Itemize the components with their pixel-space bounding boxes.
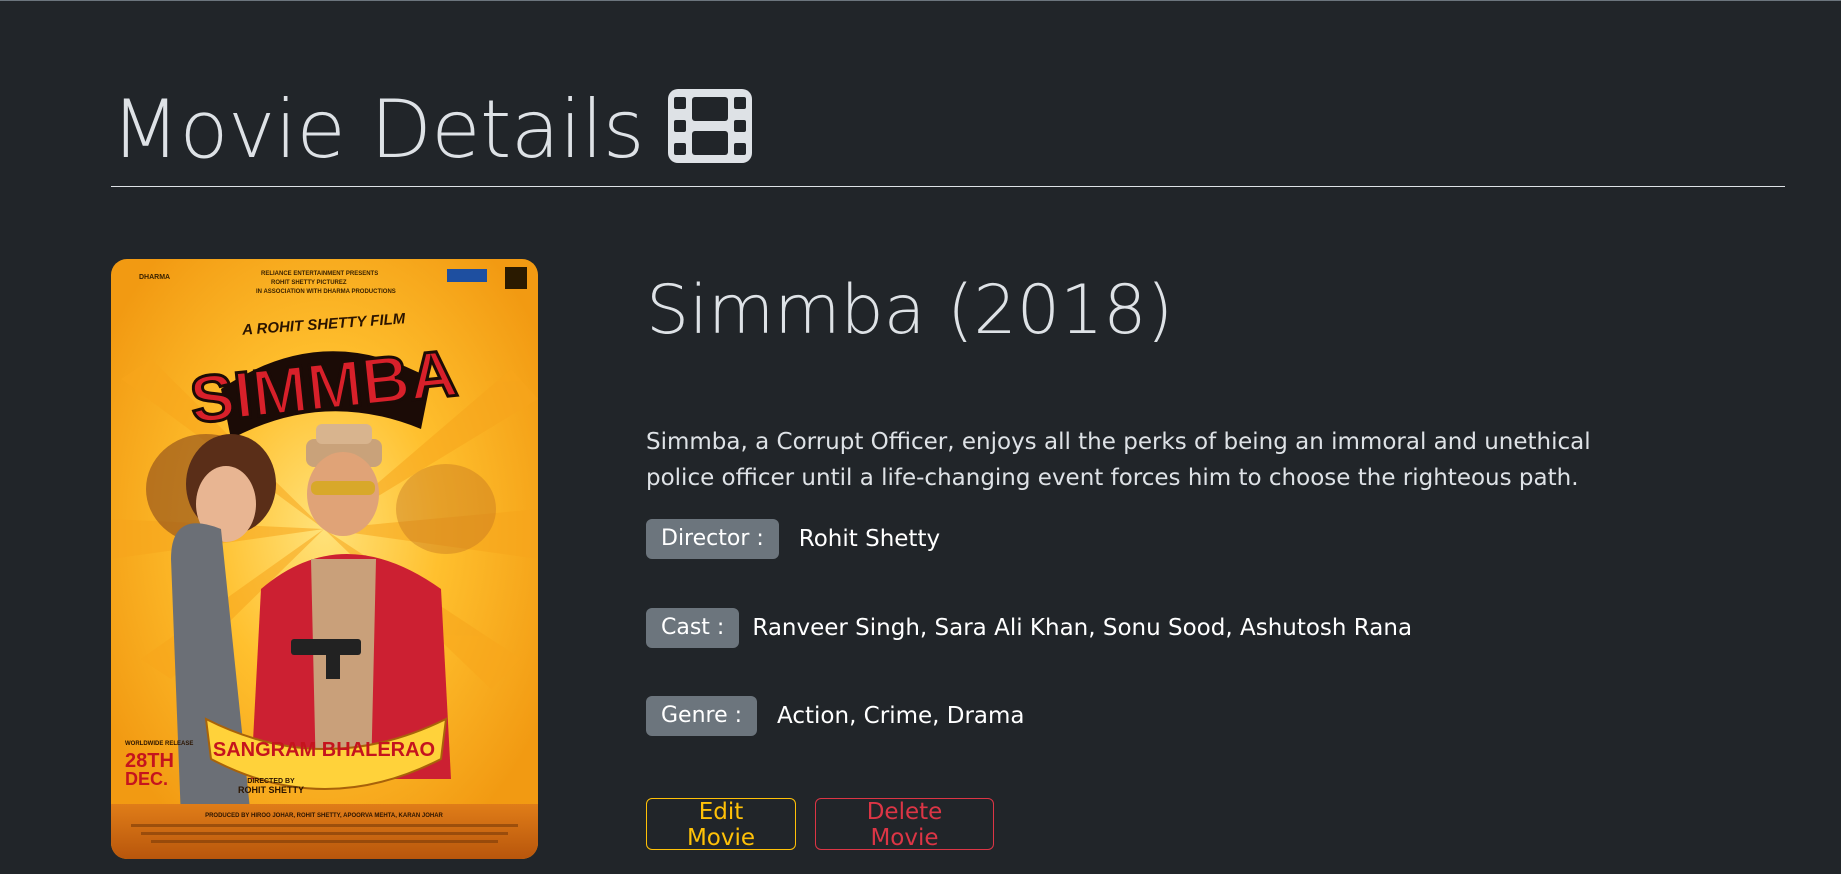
cast-row: Cast : Ranveer Singh, Sara Ali Khan, Son… (646, 608, 1412, 648)
movie-poster: DHARMA RELIANCE ENTERTAINMENT PRESENTS R… (111, 259, 538, 859)
svg-text:RELIANCE ENTERTAINMENT PRESENT: RELIANCE ENTERTAINMENT PRESENTS (261, 271, 378, 277)
svg-text:DEC.: DEC. (125, 769, 168, 789)
page-header: Movie Details (111, 84, 1785, 187)
svg-text:DIRECTED BY: DIRECTED BY (247, 778, 295, 785)
director-badge: Director : (646, 519, 779, 559)
movie-title: Simmba (2018) (646, 271, 1174, 350)
director-row: Director : Rohit Shetty (646, 519, 940, 559)
edit-movie-button[interactable]: Edit Movie (646, 798, 796, 851)
svg-text:ROHIT SHETTY PICTUREZ: ROHIT SHETTY PICTUREZ (271, 280, 347, 286)
director-value: Rohit Shetty (798, 526, 941, 552)
top-border (0, 0, 1841, 1)
page-title-text: Movie Details (111, 83, 645, 176)
svg-text:ROHIT SHETTY: ROHIT SHETTY (238, 785, 304, 795)
movie-description: Simmba, a Corrupt Officer, enjoys all th… (646, 429, 1591, 491)
delete-movie-button[interactable]: Delete Movie (815, 798, 994, 851)
movie-details: Simmba (2018) Simmba, a Corrupt Officer,… (646, 266, 1646, 851)
genre-badge: Genre : (646, 696, 758, 736)
poster-image: DHARMA RELIANCE ENTERTAINMENT PRESENTS R… (111, 259, 538, 859)
cast-badge: Cast : (646, 608, 740, 648)
svg-text:WORLDWIDE RELEASE: WORLDWIDE RELEASE (125, 741, 193, 747)
svg-text:PRODUCED BY HIROO JOHAR, ROHIT: PRODUCED BY HIROO JOHAR, ROHIT SHETTY, A… (205, 813, 443, 819)
genre-value: Action, Crime, Drama (777, 703, 1025, 729)
genre-row: Genre : Action, Crime, Drama (646, 696, 1025, 736)
svg-text:SANGRAM BHALERAO: SANGRAM BHALERAO (213, 739, 435, 761)
svg-text:IN ASSOCIATION WITH DHARMA PRO: IN ASSOCIATION WITH DHARMA PRODUCTIONS (256, 289, 396, 295)
film-icon (668, 89, 753, 163)
cast-value: Ranveer Singh, Sara Ali Khan, Sonu Sood,… (752, 615, 1413, 641)
svg-text:DHARMA: DHARMA (139, 274, 170, 281)
page-title: Movie Details (111, 83, 753, 176)
